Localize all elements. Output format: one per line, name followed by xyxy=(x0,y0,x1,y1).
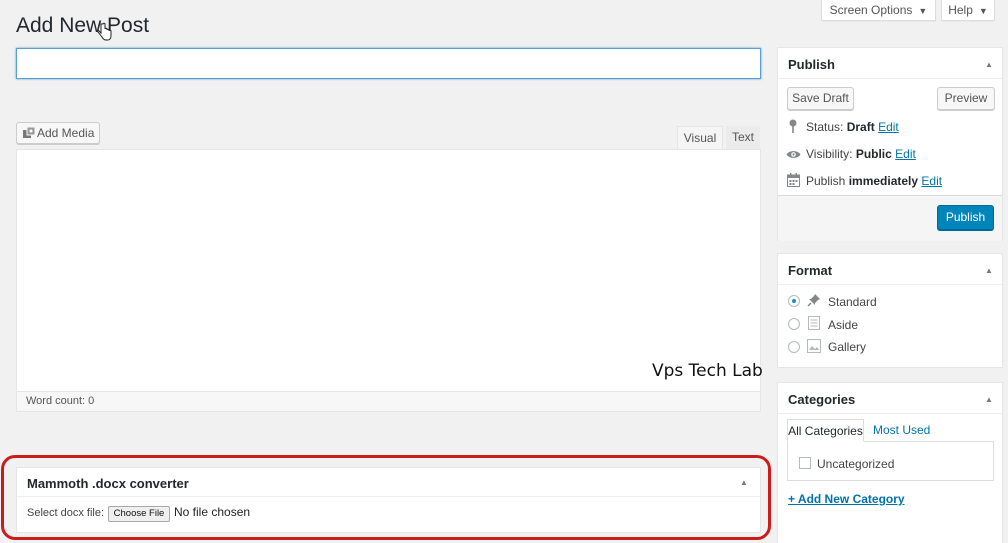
format-panel-title: Format xyxy=(788,263,833,278)
help-label: Help xyxy=(948,3,973,17)
screen-options-label: Screen Options xyxy=(829,3,913,17)
save-draft-button[interactable]: Save Draft xyxy=(787,87,854,110)
tab-most-used[interactable]: Most Used xyxy=(873,419,930,441)
document-icon xyxy=(808,316,820,330)
visibility-row: Visibility: Public Edit xyxy=(806,147,916,161)
screen-options-button[interactable]: Screen Options ▼ xyxy=(821,0,936,21)
collapse-arrow-icon[interactable]: ▲ xyxy=(985,60,993,69)
select-docx-label: Select docx file: xyxy=(27,507,105,519)
divider xyxy=(778,284,1002,285)
preview-button[interactable]: Preview xyxy=(937,87,995,110)
divider xyxy=(17,496,760,497)
choose-file-button[interactable]: Choose File xyxy=(108,506,170,522)
divider xyxy=(778,413,1002,414)
word-count: Word count: 0 xyxy=(16,391,761,412)
publish-button[interactable]: Publish xyxy=(937,205,994,230)
hand-cursor-icon xyxy=(97,22,112,41)
post-title-input[interactable] xyxy=(16,48,761,79)
eye-icon xyxy=(786,151,801,158)
status-value: Draft xyxy=(846,120,875,134)
help-button[interactable]: Help ▼ xyxy=(941,0,995,21)
categories-panel-title: Categories xyxy=(788,392,856,407)
visibility-value: Public xyxy=(855,147,892,161)
status-row: Status: Draft Edit xyxy=(806,120,899,134)
collapse-arrow-icon[interactable]: ▲ xyxy=(985,395,993,404)
format-option-label: Gallery xyxy=(828,340,867,354)
page-title: Add New Post xyxy=(16,14,150,37)
format-aside-radio[interactable] xyxy=(788,318,800,330)
content-editor[interactable] xyxy=(16,149,761,392)
collapse-arrow-icon[interactable]: ▲ xyxy=(740,478,748,487)
media-icon xyxy=(23,127,36,138)
add-media-label: Add Media xyxy=(37,126,95,140)
visibility-label: Visibility: xyxy=(806,147,853,161)
image-icon xyxy=(807,339,821,353)
category-checkbox[interactable] xyxy=(799,457,811,469)
status-label: Status: xyxy=(806,120,844,134)
pushpin-icon xyxy=(807,294,820,307)
collapse-arrow-icon[interactable]: ▲ xyxy=(985,266,993,275)
format-gallery-radio[interactable] xyxy=(788,341,800,353)
divider xyxy=(778,78,1002,79)
edit-schedule-link[interactable]: Edit xyxy=(921,174,942,188)
add-new-category-link[interactable]: + Add New Category xyxy=(788,492,905,506)
format-option-label: Aside xyxy=(828,318,859,332)
publish-panel-title: Publish xyxy=(788,57,835,72)
pin-icon xyxy=(789,119,797,133)
add-media-button[interactable]: Add Media xyxy=(16,122,100,144)
edit-visibility-link[interactable]: Edit xyxy=(895,147,916,161)
tab-text[interactable]: Text xyxy=(726,126,760,150)
publish-schedule-value: immediately xyxy=(848,174,919,188)
format-standard-radio[interactable] xyxy=(788,295,800,307)
caret-down-icon: ▼ xyxy=(918,6,928,16)
publish-schedule-label: Publish xyxy=(806,174,846,188)
edit-status-link[interactable]: Edit xyxy=(878,120,899,134)
tab-visual[interactable]: Visual xyxy=(677,126,723,150)
no-file-chosen-text: No file chosen xyxy=(174,505,251,519)
calendar-icon xyxy=(787,173,800,187)
category-label: Uncategorized xyxy=(817,457,895,471)
mammoth-panel-title: Mammoth .docx converter xyxy=(27,476,189,491)
format-option-label: Standard xyxy=(828,295,877,309)
caret-down-icon: ▼ xyxy=(978,6,988,16)
publish-schedule-row: Publish immediately Edit xyxy=(806,174,942,188)
tab-all-categories[interactable]: All Categories xyxy=(787,419,864,442)
watermark-text: Vps Tech Lab xyxy=(652,361,763,381)
